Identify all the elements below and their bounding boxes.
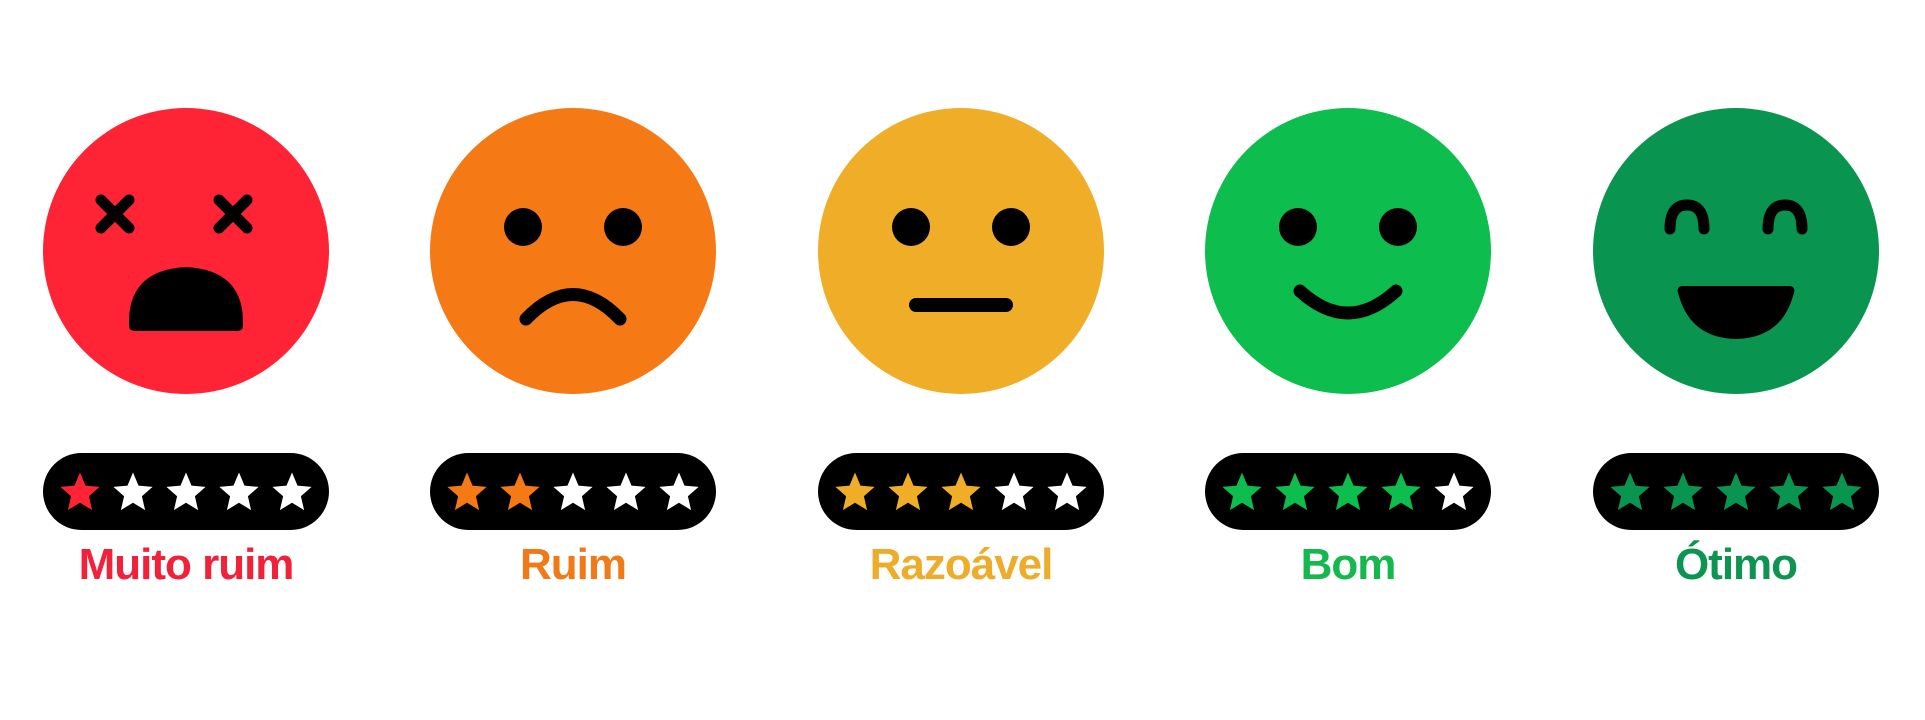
- star-empty-icon[interactable]: [1046, 471, 1088, 513]
- star-rating-bar: [430, 453, 716, 530]
- star-empty-icon[interactable]: [218, 471, 260, 513]
- star-filled-icon[interactable]: [1327, 471, 1369, 513]
- star-rating-bar: [43, 453, 329, 530]
- sad-face-icon: [430, 108, 716, 394]
- star-rating-bar: [818, 453, 1104, 530]
- rating-label: Razoável: [869, 540, 1054, 589]
- star-empty-icon[interactable]: [1433, 471, 1475, 513]
- rating-scale: Muito ruim Ruim Razoável Bom Ótimo: [0, 0, 1925, 720]
- star-filled-icon[interactable]: [1715, 471, 1757, 513]
- star-filled-icon[interactable]: [834, 471, 876, 513]
- star-rating-bar: [1593, 453, 1879, 530]
- rating-label: Bom: [1300, 540, 1397, 589]
- rating-label: Muito ruim: [78, 540, 295, 589]
- star-filled-icon[interactable]: [1274, 471, 1316, 513]
- star-rating-bar: [1205, 453, 1491, 530]
- star-filled-icon[interactable]: [1221, 471, 1263, 513]
- star-filled-icon[interactable]: [1768, 471, 1810, 513]
- star-filled-icon[interactable]: [940, 471, 982, 513]
- rating-label: Ruim: [520, 540, 627, 589]
- star-filled-icon[interactable]: [499, 471, 541, 513]
- rating-option-otimo[interactable]: Ótimo: [1586, 108, 1886, 598]
- star-empty-icon[interactable]: [165, 471, 207, 513]
- star-filled-icon[interactable]: [1380, 471, 1422, 513]
- star-filled-icon[interactable]: [1662, 471, 1704, 513]
- laughing-face-icon: [1593, 108, 1879, 394]
- star-filled-icon[interactable]: [1609, 471, 1651, 513]
- neutral-face-icon: [818, 108, 1104, 394]
- smiling-face-icon: [1205, 108, 1491, 394]
- rating-option-muito-ruim[interactable]: Muito ruim: [36, 108, 336, 598]
- star-filled-icon[interactable]: [446, 471, 488, 513]
- rating-label: Ótimo: [1674, 540, 1798, 589]
- star-empty-icon[interactable]: [271, 471, 313, 513]
- star-filled-icon[interactable]: [1821, 471, 1863, 513]
- dizzy-face-icon: [43, 108, 329, 394]
- star-filled-icon[interactable]: [887, 471, 929, 513]
- star-filled-icon[interactable]: [59, 471, 101, 513]
- star-empty-icon[interactable]: [993, 471, 1035, 513]
- rating-option-bom[interactable]: Bom: [1198, 108, 1498, 598]
- star-empty-icon[interactable]: [658, 471, 700, 513]
- star-empty-icon[interactable]: [112, 471, 154, 513]
- rating-option-razoavel[interactable]: Razoável: [811, 108, 1111, 598]
- star-empty-icon[interactable]: [552, 471, 594, 513]
- rating-option-ruim[interactable]: Ruim: [423, 108, 723, 598]
- star-empty-icon[interactable]: [605, 471, 647, 513]
